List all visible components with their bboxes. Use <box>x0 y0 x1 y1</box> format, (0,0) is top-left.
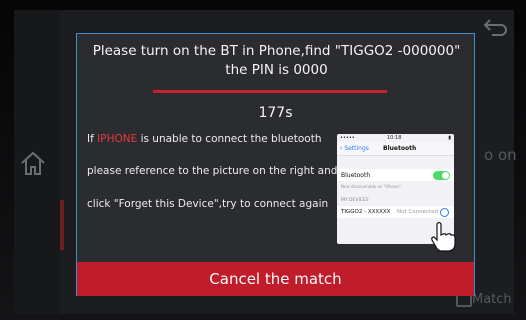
background-match-label: Match <box>472 292 512 307</box>
instruction-highlight: IPHONE <box>97 133 138 145</box>
title-line-2: the PIN is 0000 <box>225 62 328 78</box>
phone-nav-bar: ‹ Settings Bluetooth <box>337 142 454 156</box>
phone-back-link: ‹ Settings <box>340 145 369 152</box>
instruction-suffix: is unable to connect the bluetooth <box>140 133 322 145</box>
instruction-line-2: please reference to the picture on the r… <box>87 165 338 177</box>
phone-bluetooth-label: Bluetooth <box>341 172 371 179</box>
bluetooth-toggle <box>433 171 450 180</box>
countdown-timer: 177s <box>258 105 293 121</box>
battery-icon: ▮ <box>448 135 451 141</box>
instruction-prefix: If <box>87 133 94 145</box>
cancel-match-button[interactable]: Cancel the match <box>77 262 474 296</box>
dialog-title: Please turn on the BT in Phone,find "TIG… <box>83 42 470 80</box>
phone-section-header: MY DEVICES <box>341 198 369 203</box>
background-label: o on <box>484 146 517 164</box>
title-line-1: Please turn on the BT in Phone,find "TIG… <box>92 43 461 59</box>
phone-discoverable-text: Now discoverable as "iPhone". <box>341 184 402 189</box>
phone-bluetooth-row: Bluetooth <box>337 169 454 181</box>
title-divider <box>153 90 387 93</box>
back-icon[interactable] <box>482 16 508 38</box>
info-icon <box>440 208 449 217</box>
phone-screen-title: Bluetooth <box>383 145 417 152</box>
instruction-line-3: click "Forget this Device",try to connec… <box>87 198 329 210</box>
phone-device-name: TIGGO2 - XXXXXX <box>341 209 391 215</box>
phone-device-status: Not Connected <box>397 209 439 215</box>
home-icon[interactable] <box>18 148 48 178</box>
phone-time: 10:18 <box>387 135 402 141</box>
phone-status-bar: ••••• 10:18 ▮ <box>337 134 454 142</box>
background-red-bar <box>60 200 64 250</box>
instruction-line-1: If IPHONE is unable to connect the bluet… <box>87 133 322 145</box>
phone-device-row: TIGGO2 - XXXXXX Not Connected <box>337 206 454 218</box>
pointing-hand-icon <box>431 221 456 252</box>
pairing-dialog: Please turn on the BT in Phone,find "TIG… <box>76 33 475 296</box>
phone-signal: ••••• <box>340 135 355 141</box>
